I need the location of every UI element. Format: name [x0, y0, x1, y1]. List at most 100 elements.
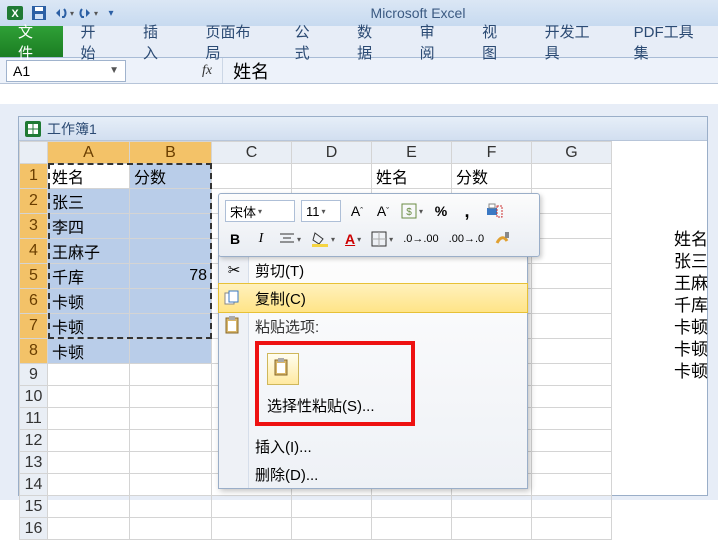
cell[interactable] [532, 214, 612, 239]
tab-home[interactable]: 开始 [63, 26, 126, 57]
cell[interactable]: 李四 [48, 214, 130, 239]
row-header[interactable]: 1 [20, 164, 48, 189]
cell[interactable]: 王麻子 [48, 239, 130, 264]
cell[interactable] [372, 496, 452, 518]
row-header[interactable]: 13 [20, 452, 48, 474]
cell[interactable]: 分数 [452, 164, 532, 189]
cell[interactable] [48, 430, 130, 452]
decrease-font-icon[interactable]: Aˇ [373, 200, 393, 222]
row-header[interactable]: 2 [20, 189, 48, 214]
cell[interactable] [532, 264, 612, 289]
formula-content[interactable]: 姓名 [223, 58, 279, 84]
percent-icon[interactable]: % [431, 200, 451, 222]
menu-paste-special[interactable]: 选择性粘贴(S)... [267, 395, 403, 416]
cell[interactable] [532, 408, 612, 430]
cell[interactable] [532, 518, 612, 540]
row-header[interactable]: 15 [20, 496, 48, 518]
format-painter2-icon[interactable] [492, 228, 512, 250]
name-box-dropdown-icon[interactable]: ▼ [109, 65, 119, 76]
row-header[interactable]: 7 [20, 314, 48, 339]
cell[interactable]: 姓名 [372, 164, 452, 189]
cell[interactable] [130, 452, 212, 474]
tab-pagelayout[interactable]: 页面布局 [188, 26, 277, 57]
col-header-b[interactable]: B [130, 142, 212, 164]
cell[interactable] [130, 408, 212, 430]
italic-button[interactable]: I [251, 228, 271, 250]
cell[interactable] [212, 518, 292, 540]
row-header[interactable]: 6 [20, 289, 48, 314]
cell[interactable] [48, 408, 130, 430]
select-all-corner[interactable] [20, 142, 48, 164]
row-header[interactable]: 12 [20, 430, 48, 452]
cell[interactable] [292, 164, 372, 189]
cell[interactable] [48, 496, 130, 518]
cell[interactable] [130, 289, 212, 314]
cell[interactable] [452, 518, 532, 540]
menu-insert[interactable]: 插入(I)... [219, 432, 527, 460]
comma-icon[interactable]: , [457, 200, 477, 222]
borders-icon[interactable]: ▾ [369, 228, 395, 250]
cell[interactable] [48, 364, 130, 386]
align-center-icon[interactable]: ▾ [277, 228, 303, 250]
cell[interactable] [292, 496, 372, 518]
cell[interactable] [532, 452, 612, 474]
fill-color-icon[interactable]: ▾ [309, 228, 337, 250]
cell[interactable] [532, 386, 612, 408]
cell[interactable]: 姓名 [48, 164, 130, 189]
cell[interactable] [372, 518, 452, 540]
menu-delete[interactable]: 删除(D)... [219, 460, 527, 488]
cell[interactable] [48, 452, 130, 474]
row-header[interactable]: 16 [20, 518, 48, 540]
row-header[interactable]: 14 [20, 474, 48, 496]
bold-button[interactable]: B [225, 228, 245, 250]
row-header[interactable]: 4 [20, 239, 48, 264]
tab-insert[interactable]: 插入 [125, 26, 188, 57]
format-painter-icon[interactable] [483, 200, 505, 222]
font-name-select[interactable]: 宋体▾ [225, 200, 295, 222]
menu-cut[interactable]: ✂ 剪切(T) [219, 256, 527, 284]
tab-formulas[interactable]: 公式 [277, 26, 340, 57]
cell[interactable] [532, 364, 612, 386]
paste-option-default[interactable] [267, 353, 299, 385]
row-header[interactable]: 8 [20, 339, 48, 364]
cell[interactable] [130, 239, 212, 264]
cell[interactable] [130, 339, 212, 364]
cell[interactable] [212, 164, 292, 189]
cell[interactable]: 78 [130, 264, 212, 289]
tab-pdf[interactable]: PDF工具集 [616, 26, 718, 57]
col-header-c[interactable]: C [212, 142, 292, 164]
col-header-d[interactable]: D [292, 142, 372, 164]
row-header[interactable]: 5 [20, 264, 48, 289]
menu-copy[interactable]: 复制(C) [219, 284, 527, 312]
cell[interactable]: 卡顿 [48, 339, 130, 364]
tab-developer[interactable]: 开发工具 [527, 26, 616, 57]
cell[interactable] [130, 474, 212, 496]
col-header-f[interactable]: F [452, 142, 532, 164]
undo-icon[interactable]: ▾ [52, 3, 74, 23]
cell[interactable] [532, 430, 612, 452]
cell[interactable] [532, 289, 612, 314]
cell[interactable] [292, 518, 372, 540]
cell[interactable] [130, 518, 212, 540]
cell[interactable] [48, 386, 130, 408]
increase-decimal-icon[interactable]: .0→.00 [401, 228, 440, 250]
row-header[interactable]: 3 [20, 214, 48, 239]
cell[interactable] [130, 314, 212, 339]
cell[interactable]: 卡顿 [48, 289, 130, 314]
name-box[interactable]: A1 ▼ [6, 60, 126, 82]
tab-view[interactable]: 视图 [464, 26, 527, 57]
cell[interactable] [130, 364, 212, 386]
cell[interactable] [130, 386, 212, 408]
decrease-decimal-icon[interactable]: .00→.0 [447, 228, 486, 250]
row-header[interactable]: 9 [20, 364, 48, 386]
increase-font-icon[interactable]: Aˆ [347, 200, 367, 222]
cell[interactable] [452, 496, 532, 518]
tab-review[interactable]: 审阅 [402, 26, 465, 57]
cell[interactable] [532, 474, 612, 496]
cell[interactable]: 千库 [48, 264, 130, 289]
col-header-e[interactable]: E [372, 142, 452, 164]
col-header-a[interactable]: A [48, 142, 130, 164]
cell[interactable] [532, 339, 612, 364]
row-header[interactable]: 11 [20, 408, 48, 430]
col-header-g[interactable]: G [532, 142, 612, 164]
